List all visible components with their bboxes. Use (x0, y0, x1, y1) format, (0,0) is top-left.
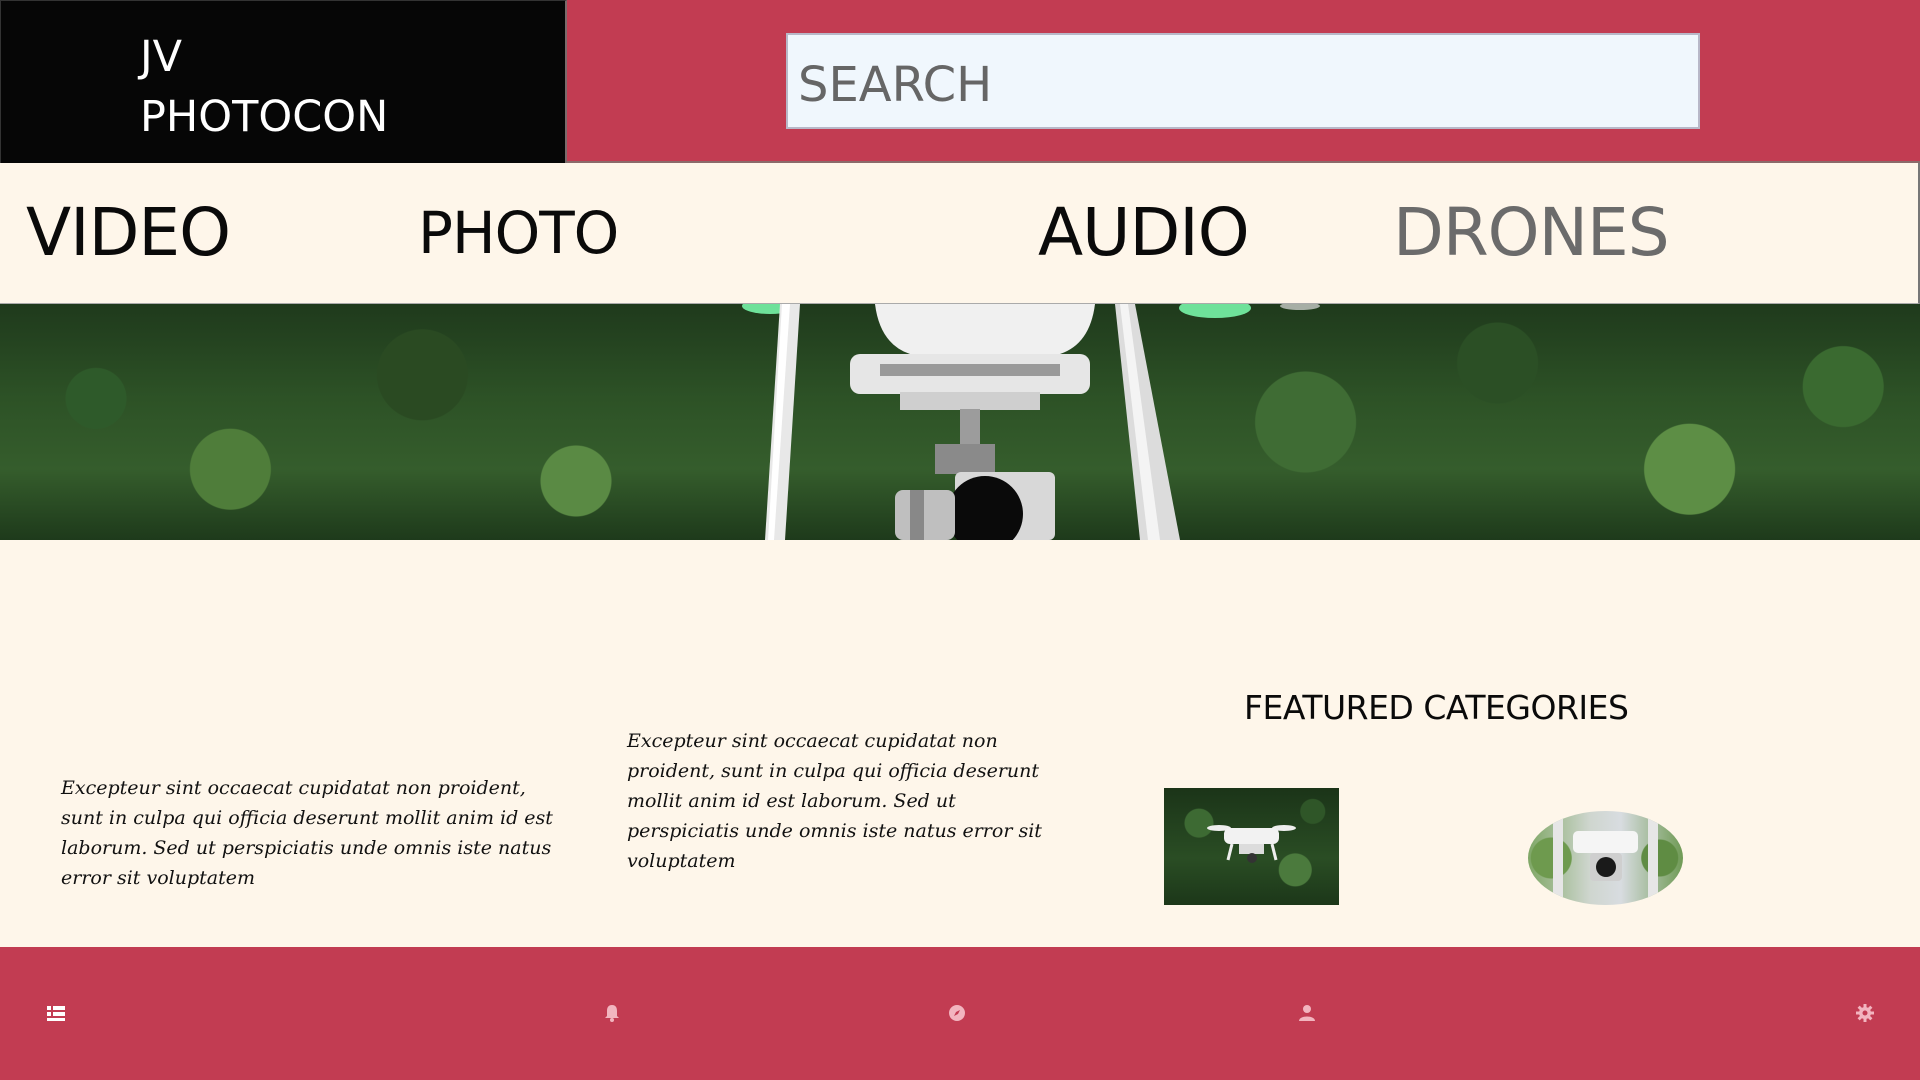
featured-category-thumbnail-drone-forest[interactable] (1164, 788, 1339, 905)
logo-line-2: PHOTOCON (140, 92, 389, 142)
logo[interactable]: JV PHOTOCON (0, 0, 567, 163)
list-icon[interactable] (46, 1003, 66, 1023)
paragraph-2: Excepteur sint occaecat cupidatat non pr… (627, 730, 1042, 872)
footer-toolbar (0, 947, 1920, 1080)
nav-item-photo[interactable]: PHOTO (418, 193, 619, 273)
bell-icon[interactable] (602, 1003, 622, 1023)
nav-item-video[interactable]: VIDEO (26, 193, 231, 273)
search-input[interactable] (786, 33, 1700, 129)
compass-icon[interactable] (947, 1003, 967, 1023)
logo-line-1: JV (140, 32, 183, 82)
gear-icon[interactable] (1855, 1003, 1875, 1023)
logo-text: JV PHOTOCON (140, 27, 440, 147)
nav-item-audio[interactable]: AUDIO (1038, 193, 1250, 273)
hero-image (0, 304, 1920, 540)
drone-thumbnail-image (1207, 825, 1296, 863)
user-icon[interactable] (1297, 1003, 1317, 1023)
featured-categories-title: FEATURED CATEGORIES (1244, 688, 1629, 727)
header: JV PHOTOCON (0, 0, 1920, 163)
paragraph-1: Excepteur sint occaecat cupidatat non pr… (61, 777, 553, 889)
drone-hero-illustration (742, 304, 1320, 540)
nav-item-drones[interactable]: DRONES (1393, 193, 1670, 273)
main-nav: VIDEO PHOTO AUDIO DRONES (0, 163, 1920, 304)
drone-camera-thumbnail-image (1553, 811, 1658, 905)
content-section: Excepteur sint occaecat cupidatat non pr… (0, 540, 1920, 947)
featured-category-thumbnail-drone-camera[interactable] (1528, 811, 1683, 905)
